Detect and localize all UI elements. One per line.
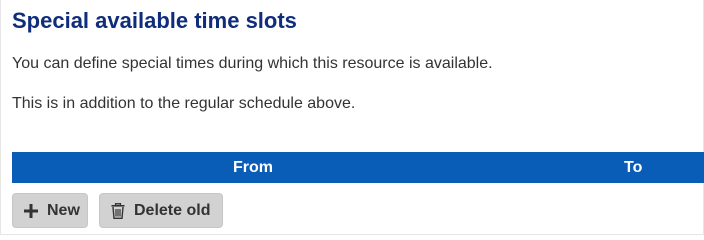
column-header-from: From (233, 159, 273, 176)
section-description: You can define special times during whic… (12, 55, 493, 72)
section-title: Special available time slots (12, 8, 297, 33)
section-note: This is in addition to the regular sched… (12, 95, 356, 112)
delete-old-button-label: Delete old (134, 201, 211, 219)
time-slots-table-header: From To (12, 152, 704, 183)
new-button-label: New (47, 201, 80, 219)
plus-icon (23, 203, 39, 219)
delete-old-button[interactable]: Delete old (99, 193, 223, 228)
new-button[interactable]: New (12, 193, 88, 228)
column-header-to: To (624, 159, 643, 176)
trash-icon (110, 202, 126, 219)
special-time-slots-panel: Special available time slots You can def… (0, 0, 704, 235)
